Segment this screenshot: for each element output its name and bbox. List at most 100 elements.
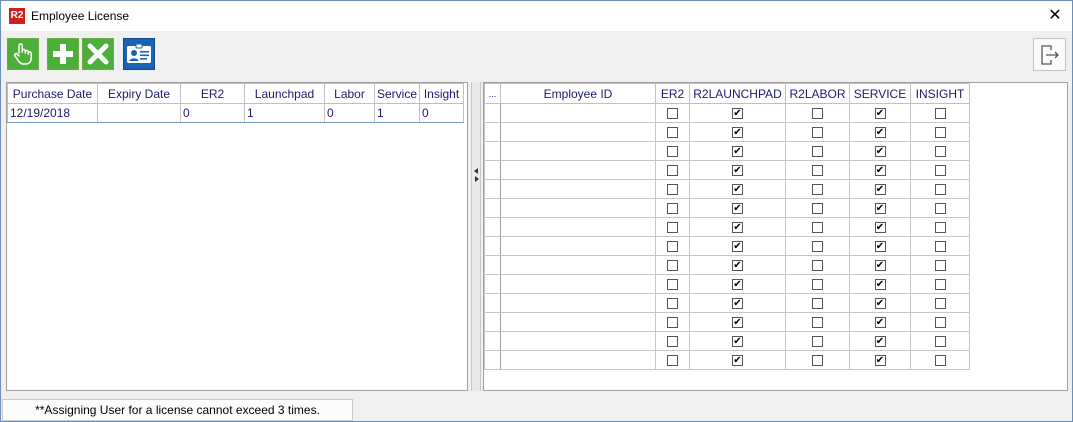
license-column-header[interactable]: Labor (324, 83, 375, 104)
launchpad-checkbox[interactable]: ✔ (732, 108, 743, 120)
collapse-left-icon[interactable] (474, 168, 478, 174)
labor-checkbox[interactable] (812, 298, 823, 310)
assignment-row[interactable]: ✔ ✔ (484, 198, 970, 218)
row-selector[interactable] (484, 255, 501, 275)
labor-checkbox[interactable] (812, 222, 823, 234)
service-checkbox[interactable]: ✔ (874, 317, 886, 329)
row-selector[interactable] (484, 274, 501, 294)
labor-checkbox[interactable] (812, 260, 823, 272)
row-selector[interactable] (484, 103, 501, 123)
labor-checkbox[interactable] (812, 336, 823, 348)
launchpad-checkbox[interactable]: ✔ (732, 184, 743, 196)
assignment-row[interactable]: ✔ ✔ (484, 217, 970, 237)
insight-checkbox[interactable] (934, 317, 946, 329)
labor-checkbox[interactable] (812, 241, 823, 253)
license-cell[interactable]: 0 (324, 103, 375, 123)
assignment-row[interactable]: ✔ ✔ (484, 236, 970, 256)
er2-checkbox[interactable] (667, 260, 678, 272)
add-button[interactable] (47, 38, 79, 70)
license-cell[interactable]: 0 (180, 103, 245, 123)
service-checkbox[interactable]: ✔ (874, 336, 886, 348)
labor-checkbox[interactable] (812, 317, 823, 329)
employee-id-cell[interactable] (500, 217, 656, 237)
launchpad-checkbox[interactable]: ✔ (732, 260, 743, 272)
service-checkbox[interactable]: ✔ (874, 260, 886, 272)
labor-checkbox[interactable] (812, 146, 823, 158)
license-column-header[interactable]: Insight (419, 83, 464, 104)
insight-checkbox[interactable] (934, 355, 946, 367)
er2-checkbox[interactable] (667, 127, 678, 139)
row-selector[interactable] (484, 122, 501, 142)
er2-checkbox[interactable] (667, 203, 678, 215)
employee-id-cell[interactable] (500, 312, 656, 332)
license-cell[interactable]: 1 (244, 103, 325, 123)
service-checkbox[interactable]: ✔ (874, 298, 886, 310)
employee-id-cell[interactable] (500, 103, 656, 123)
insight-checkbox[interactable] (934, 146, 946, 158)
service-checkbox[interactable]: ✔ (874, 146, 886, 158)
assignment-row[interactable]: ✔ ✔ (484, 274, 970, 294)
row-selector[interactable] (484, 179, 501, 199)
insight-checkbox[interactable] (934, 108, 946, 120)
license-cell[interactable]: 0 (419, 103, 464, 123)
er2-checkbox[interactable] (667, 298, 678, 310)
launchpad-checkbox[interactable]: ✔ (732, 336, 743, 348)
close-button[interactable]: ✕ (1038, 1, 1072, 31)
assignment-row[interactable]: ✔ ✔ (484, 350, 970, 370)
row-selector[interactable] (484, 198, 501, 218)
assignment-column-header[interactable]: INSIGHT (910, 83, 970, 104)
panel-splitter[interactable] (471, 82, 481, 391)
employee-card-button[interactable] (123, 38, 155, 70)
er2-checkbox[interactable] (667, 355, 678, 367)
row-selector[interactable] (484, 331, 501, 351)
license-column-header[interactable]: Expiry Date (97, 83, 181, 104)
insight-checkbox[interactable] (934, 298, 946, 310)
license-row[interactable]: 12/19/2018 0 1 0 1 0 (7, 103, 464, 123)
insight-checkbox[interactable] (934, 127, 946, 139)
insight-checkbox[interactable] (934, 336, 946, 348)
delete-button[interactable] (82, 38, 114, 70)
launchpad-checkbox[interactable]: ✔ (732, 241, 743, 253)
employee-id-cell[interactable] (500, 255, 656, 275)
labor-checkbox[interactable] (812, 127, 823, 139)
employee-id-cell[interactable] (500, 198, 656, 218)
employee-id-cell[interactable] (500, 331, 656, 351)
er2-checkbox[interactable] (667, 336, 678, 348)
er2-checkbox[interactable] (667, 146, 678, 158)
employee-id-cell[interactable] (500, 274, 656, 294)
employee-id-cell[interactable] (500, 350, 656, 370)
row-selector[interactable] (484, 293, 501, 313)
launchpad-checkbox[interactable]: ✔ (732, 279, 743, 291)
license-cell[interactable] (97, 103, 181, 123)
launchpad-checkbox[interactable]: ✔ (732, 127, 743, 139)
service-checkbox[interactable]: ✔ (874, 222, 886, 234)
labor-checkbox[interactable] (812, 165, 823, 177)
launchpad-checkbox[interactable]: ✔ (732, 222, 743, 234)
service-checkbox[interactable]: ✔ (874, 203, 886, 215)
license-column-header[interactable]: ER2 (180, 83, 245, 104)
employee-id-cell[interactable] (500, 160, 656, 180)
employee-id-cell[interactable] (500, 141, 656, 161)
service-checkbox[interactable]: ✔ (874, 127, 886, 139)
er2-checkbox[interactable] (667, 165, 678, 177)
assignment-column-header[interactable]: Employee ID (500, 83, 656, 104)
launchpad-checkbox[interactable]: ✔ (732, 146, 743, 158)
launchpad-checkbox[interactable]: ✔ (732, 298, 743, 310)
assignment-row[interactable]: ✔ ✔ (484, 103, 970, 123)
assignment-row[interactable]: ✔ ✔ (484, 312, 970, 332)
employee-id-cell[interactable] (500, 179, 656, 199)
launchpad-checkbox[interactable]: ✔ (732, 165, 743, 177)
select-button[interactable] (7, 38, 39, 70)
exit-button[interactable] (1033, 38, 1066, 71)
er2-checkbox[interactable] (667, 279, 678, 291)
insight-checkbox[interactable] (934, 222, 946, 234)
er2-checkbox[interactable] (667, 108, 678, 120)
assignment-column-header[interactable]: R2LAUNCHPAD (689, 83, 786, 104)
launchpad-checkbox[interactable]: ✔ (732, 203, 743, 215)
insight-checkbox[interactable] (934, 165, 946, 177)
license-column-header[interactable]: Service (374, 83, 420, 104)
assignment-row[interactable]: ✔ ✔ (484, 293, 970, 313)
row-selector[interactable] (484, 236, 501, 256)
assignment-row[interactable]: ✔ ✔ (484, 179, 970, 199)
labor-checkbox[interactable] (812, 279, 823, 291)
